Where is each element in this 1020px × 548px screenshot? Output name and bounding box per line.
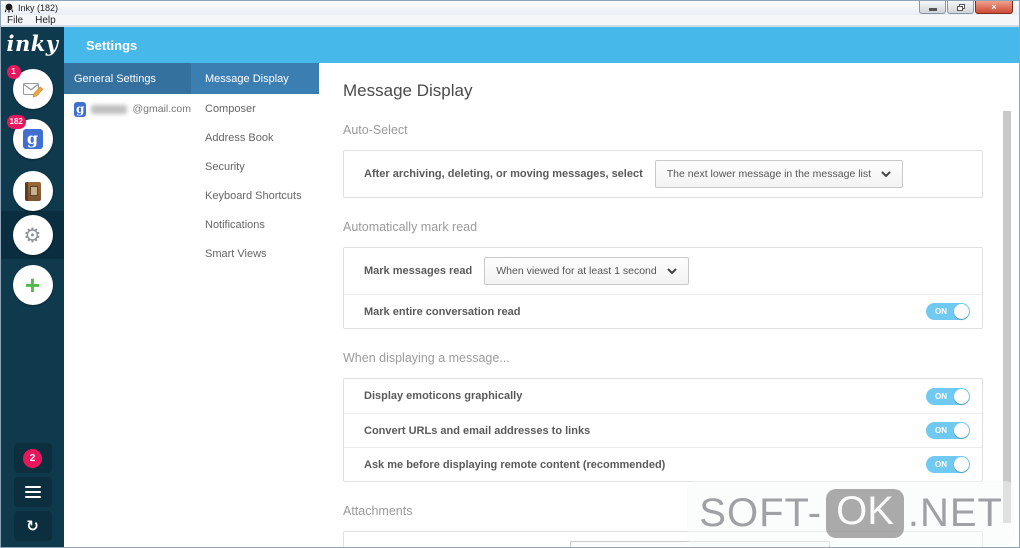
dropdown-value: The next lower message in the message li… — [666, 168, 872, 180]
compose-button[interactable]: 1 — [6, 65, 53, 109]
toggle-state: ON — [935, 426, 947, 435]
nav-item-security[interactable]: Security — [191, 152, 319, 181]
toggle-state: ON — [935, 460, 947, 469]
nav-item-notifications[interactable]: Notifications — [191, 210, 319, 239]
address-book-button[interactable] — [12, 171, 53, 211]
restore-button[interactable] — [947, 1, 974, 14]
settings-header: Settings — [64, 27, 1019, 63]
row-label: Mark messages read — [364, 265, 473, 277]
settings-row: Display emoticons graphically ON — [344, 379, 982, 413]
card-displaying: Display emoticons graphically ON Convert… — [343, 378, 983, 482]
menu-file[interactable]: File — [7, 15, 23, 26]
chevron-down-icon — [881, 171, 891, 177]
titlebar: Inky (182) × — [1, 1, 1019, 15]
plus-icon: + — [24, 270, 41, 300]
alerts-badge: 2 — [23, 448, 42, 468]
row-label: After archiving, deleting, or moving mes… — [364, 168, 643, 180]
inky-logo: inky — [6, 31, 59, 56]
mail-count-badge: 182 — [6, 115, 26, 129]
google-icon: g — [22, 129, 43, 149]
sidebar: inky 1 182 g ⚙ + 2 ↻ — [1, 27, 64, 547]
main-panel: Message Display Auto-Select After archiv… — [319, 63, 1019, 547]
settings-button[interactable]: ⚙ — [12, 215, 53, 255]
auto-select-dropdown[interactable]: The next lower message in the message li… — [654, 160, 904, 188]
hamburger-icon — [24, 486, 41, 498]
settings-row: Convert URLs and email addresses to link… — [344, 413, 982, 447]
add-account-button[interactable]: + — [12, 265, 53, 305]
row-label: Ask me before displaying remote content … — [364, 458, 666, 471]
toggle-knob — [954, 423, 969, 438]
toggle-state: ON — [935, 391, 947, 401]
window-title: Inky (182) — [18, 3, 59, 13]
general-settings-header: General Settings — [64, 63, 191, 94]
menu-help[interactable]: Help — [35, 15, 56, 26]
alerts-button[interactable]: 2 — [13, 443, 52, 473]
window-controls: × — [918, 1, 1013, 14]
settings-row: After archiving, deleting, or moving mes… — [344, 151, 982, 197]
google-account-icon: g — [74, 101, 87, 117]
refresh-icon: ↻ — [26, 517, 39, 535]
close-icon: × — [991, 1, 997, 12]
chevron-down-icon — [667, 268, 677, 274]
address-book-icon — [24, 181, 41, 201]
nav-item-address-book[interactable]: Address Book — [191, 123, 319, 152]
gmail-account-button[interactable]: 182 g — [6, 115, 53, 159]
watermark-box: OK — [826, 489, 904, 538]
account-email: @gmail.com — [132, 103, 191, 115]
account-item[interactable]: g @gmail.com — [64, 94, 191, 124]
minimize-button[interactable] — [919, 1, 946, 14]
menu-button[interactable] — [13, 477, 52, 507]
toggle-knob — [954, 304, 969, 319]
inky-window: Inky (182) × File Help inky 1 182 g ⚙ + … — [0, 0, 1020, 548]
compose-badge: 1 — [6, 65, 21, 79]
toggle-state: ON — [935, 307, 947, 316]
row-label: Convert URLs and email addresses to link… — [364, 424, 591, 437]
envelope-pencil-icon — [22, 83, 43, 98]
section-header-displaying: When displaying a message... — [343, 351, 510, 365]
nav-item-composer[interactable]: Composer — [191, 94, 319, 123]
watermark-text-right: .NET — [907, 491, 1003, 535]
nav-item-message-display[interactable]: Message Display — [191, 63, 319, 94]
section-header-mark-read: Automatically mark read — [343, 220, 478, 234]
toggle-knob — [954, 457, 969, 472]
settings-row: Ask me before displaying remote content … — [344, 447, 982, 481]
refresh-button[interactable]: ↻ — [13, 511, 52, 541]
menubar: File Help — [1, 15, 1019, 27]
dropdown-value: When viewed for at least 1 second — [496, 265, 657, 277]
settings-selected-band: ⚙ — [1, 211, 64, 259]
sidebar-bottom: 2 ↻ — [13, 439, 52, 547]
card-mark-read: Mark messages read When viewed for at le… — [343, 247, 983, 329]
card-auto-select: After archiving, deleting, or moving mes… — [343, 150, 983, 198]
vertical-scrollbar-thumb[interactable] — [1003, 111, 1011, 523]
nav-item-smart-views[interactable]: Smart Views — [191, 239, 319, 268]
mark-read-dropdown[interactable]: When viewed for at least 1 second — [484, 257, 689, 285]
section-header-auto-select: Auto-Select — [343, 123, 408, 137]
settings-row: Mark entire conversation read ON — [344, 294, 982, 328]
settings-nav-left: General Settings g @gmail.com — [64, 63, 191, 547]
settings-nav-right: Message Display Composer Address Book Se… — [191, 63, 319, 547]
minimize-icon — [928, 7, 937, 11]
remote-content-toggle[interactable]: ON — [926, 456, 970, 473]
mark-conversation-toggle[interactable]: ON — [926, 303, 970, 320]
blurred-account-name — [91, 104, 128, 114]
watermark-text-left: SOFT- — [699, 491, 823, 535]
nav-item-keyboard-shortcuts[interactable]: Keyboard Shortcuts — [191, 181, 319, 210]
content: Settings General Settings g @gmail.com M… — [64, 27, 1019, 547]
watermark: SOFT- OK .NET — [687, 481, 1015, 546]
convert-urls-toggle[interactable]: ON — [926, 422, 970, 439]
row-label: Display emoticons graphically — [364, 390, 523, 402]
row-label: Mark entire conversation read — [364, 305, 521, 318]
emoticons-toggle[interactable]: ON — [926, 387, 970, 405]
toggle-knob — [954, 388, 969, 404]
gear-icon: ⚙ — [23, 223, 42, 247]
close-button[interactable]: × — [975, 1, 1013, 14]
settings-row: Mark messages read When viewed for at le… — [344, 248, 982, 294]
inky-app-icon — [4, 3, 14, 13]
restore-icon — [956, 3, 965, 11]
page-title: Message Display — [343, 81, 473, 100]
